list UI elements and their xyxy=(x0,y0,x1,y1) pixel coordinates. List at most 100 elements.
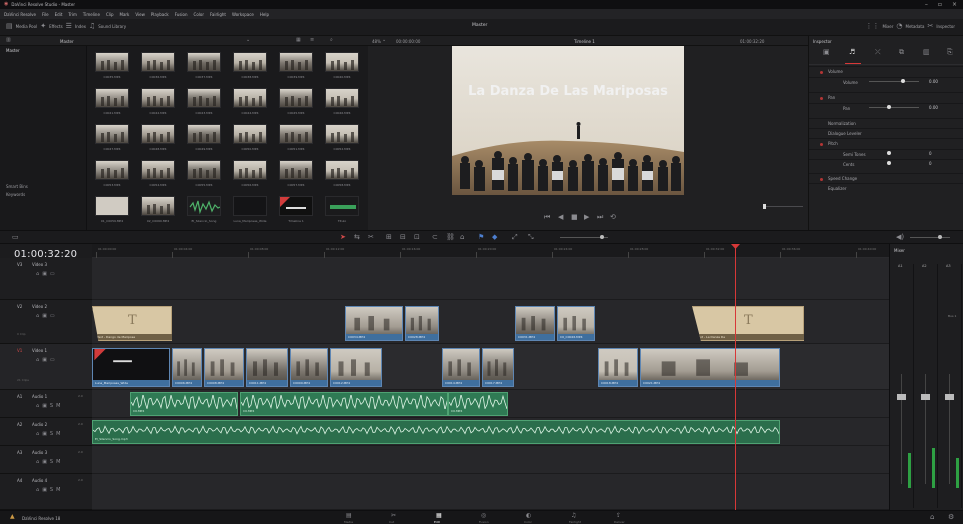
media-clip[interactable]: C0048.MP4 xyxy=(139,122,179,155)
media-clip[interactable]: C0044.MP4 xyxy=(231,86,271,119)
video-clip[interactable]: C0012.MP4 xyxy=(330,348,382,387)
solo-button[interactable]: S xyxy=(50,403,53,409)
menu-item[interactable]: Mark xyxy=(120,12,130,17)
inspector-icon[interactable]: ✂ xyxy=(927,23,933,30)
minimize-icon[interactable]: – xyxy=(925,1,928,8)
track-name[interactable]: Video 3 xyxy=(32,262,47,267)
play-icon[interactable]: ▶ xyxy=(584,214,589,221)
zoom-full-icon[interactable]: ⤢ xyxy=(512,234,518,241)
volume-slider[interactable] xyxy=(910,237,950,238)
trim-tool-icon[interactable]: ⇆ xyxy=(354,234,360,241)
chevron-down-icon[interactable]: ⌄ xyxy=(382,37,386,43)
bin-item-master[interactable]: Master xyxy=(6,48,20,53)
media-clip[interactable]: Titulo xyxy=(323,194,363,227)
mute-button[interactable]: M xyxy=(56,459,60,465)
video-clip[interactable]: C0017.MP4 xyxy=(482,348,514,387)
toggle-output-icon[interactable]: ▭ xyxy=(50,313,55,319)
timeline-tracks[interactable]: T Text - Dango de Mariposa C0034.MP4 C0028.… xyxy=(92,258,889,510)
lock-track-icon[interactable]: ⌂ xyxy=(36,459,39,465)
lock-track-icon[interactable]: ⌂ xyxy=(36,431,39,437)
cut-page-tab[interactable]: Cut xyxy=(389,520,394,524)
link-icon[interactable]: ⛓ xyxy=(446,234,455,241)
media-clip[interactable]: C0056.MP4 xyxy=(231,158,271,191)
inspector-row[interactable]: Equalizer xyxy=(809,183,963,193)
track-header[interactable]: A3 Audio 3 ⌂ ▣ S M 2.0 xyxy=(0,446,92,474)
loop-icon[interactable]: ⟲ xyxy=(610,214,616,221)
audio-tab-icon[interactable]: ♬ xyxy=(849,49,855,56)
track-header[interactable]: A1 Audio 1 ⌂ ▣ S M 2.0 xyxy=(0,390,92,418)
solo-button[interactable]: S xyxy=(50,487,53,493)
video-clip[interactable]: C0011.MP4 xyxy=(246,348,288,387)
media-clip[interactable]: C0050.MP4 xyxy=(231,122,271,155)
zoom-slider-handle[interactable] xyxy=(600,235,604,239)
skip-end-icon[interactable]: ⏭ xyxy=(597,214,603,221)
edit-page-icon[interactable]: ▦ xyxy=(436,513,442,519)
lock-icon[interactable]: ⌂ xyxy=(460,234,464,241)
media-clip[interactable]: C0039.MP4 xyxy=(277,50,317,83)
auto-select-icon[interactable]: ▣ xyxy=(42,357,47,363)
video-tab-icon[interactable]: ▣ xyxy=(823,49,830,56)
mute-button[interactable]: M xyxy=(56,431,60,437)
media-clip[interactable]: C0049.MP4 xyxy=(185,122,225,155)
inspector-row[interactable]: Volume xyxy=(809,66,963,76)
inspector-row[interactable]: Volume xyxy=(809,77,963,87)
audio-clip[interactable]: El_Silencio_Song.mp3 xyxy=(92,420,780,444)
lock-track-icon[interactable]: ⌂ xyxy=(36,403,39,409)
effects-icon[interactable]: ✦ xyxy=(40,23,46,30)
viewer-zoom[interactable]: 48% xyxy=(372,39,381,44)
close-icon[interactable]: × xyxy=(952,1,957,8)
replace-clip-icon[interactable]: ⊡ xyxy=(414,234,420,241)
toggle-output-icon[interactable]: ▭ xyxy=(50,271,55,277)
semitones-value[interactable]: 0 xyxy=(929,151,932,156)
fusion-page-icon[interactable]: ◎ xyxy=(481,513,486,519)
media-clip[interactable]: C0052.MP4 xyxy=(323,122,363,155)
video-clip[interactable]: C0031.MP4 xyxy=(515,306,555,341)
media-clip[interactable]: C0037.MP4 xyxy=(185,50,225,83)
chevron-down-icon[interactable]: ⌄ xyxy=(246,37,250,43)
video-clip[interactable]: C0014.MP4 xyxy=(442,348,480,387)
color-page-icon[interactable]: ◐ xyxy=(526,513,531,519)
menu-item[interactable]: Fairlight xyxy=(210,12,226,17)
search-icon[interactable]: ⌕ xyxy=(330,38,333,43)
video-clip[interactable]: Luna_Mariposas_Wide xyxy=(92,348,170,387)
inspector-row[interactable]: Cents xyxy=(809,159,963,169)
media-clip[interactable]: C0043.MP4 xyxy=(185,86,225,119)
menu-item[interactable]: Playback xyxy=(151,12,169,17)
deliver-page-tab[interactable]: Deliver xyxy=(614,520,625,524)
mute-button[interactable]: M xyxy=(56,487,60,493)
video-clip[interactable]: C0009.MP4 xyxy=(290,348,328,387)
media-clip[interactable]: C0047.MP4 xyxy=(93,122,133,155)
track-name[interactable]: Audio 2 xyxy=(32,422,47,427)
fader-handle[interactable] xyxy=(945,394,954,400)
image-tab-icon[interactable]: ▥ xyxy=(923,49,930,56)
home-icon[interactable]: ⌂ xyxy=(930,514,934,521)
track-lane[interactable] xyxy=(92,258,889,300)
video-clip[interactable]: C0008.MP4 xyxy=(204,348,244,387)
index-icon[interactable]: ☰ xyxy=(66,23,72,30)
metadata-button[interactable]: Metadata xyxy=(906,24,925,29)
mixer-icon[interactable]: ⋮⋮ xyxy=(865,23,879,30)
lock-track-icon[interactable]: ⌂ xyxy=(36,313,39,319)
track-name[interactable]: Audio 4 xyxy=(32,478,47,483)
track-lane[interactable] xyxy=(92,446,889,474)
audio-clip[interactable]: C0.MP4 xyxy=(240,392,448,416)
menu-item[interactable]: Clip xyxy=(106,12,114,17)
menu-item[interactable]: Help xyxy=(260,12,269,17)
volume-value[interactable]: 0.00 xyxy=(929,79,938,84)
mixer-button[interactable]: Mixer xyxy=(882,24,893,29)
media-clip[interactable]: C0045.MP4 xyxy=(277,86,317,119)
auto-select-icon[interactable]: ▣ xyxy=(42,271,47,277)
track-name[interactable]: Video 1 xyxy=(32,348,47,353)
enable-toggle-icon[interactable] xyxy=(820,97,823,100)
skip-start-icon[interactable]: ⏮ xyxy=(544,214,550,221)
blade-tool-icon[interactable]: ✂ xyxy=(368,234,374,241)
menu-item[interactable]: Timeline xyxy=(83,12,100,17)
auto-select-icon[interactable]: ▣ xyxy=(42,313,47,319)
track-header[interactable]: V3 Video 3 ⌂ ▣ ▭ xyxy=(0,258,92,300)
flag-icon[interactable]: ⚑ xyxy=(478,234,484,241)
menu-item[interactable]: Color xyxy=(194,12,204,17)
timeline-ruler[interactable]: 01:00:00:00 01:00:04:00 01:00:08:00 01:00:1… xyxy=(92,244,889,258)
media-clip[interactable]: 01_C0059.MP4 xyxy=(93,194,133,227)
cut-page-icon[interactable]: ✂ xyxy=(391,513,396,519)
title-clip[interactable]: T Text - Dango de Mariposa xyxy=(92,306,172,341)
